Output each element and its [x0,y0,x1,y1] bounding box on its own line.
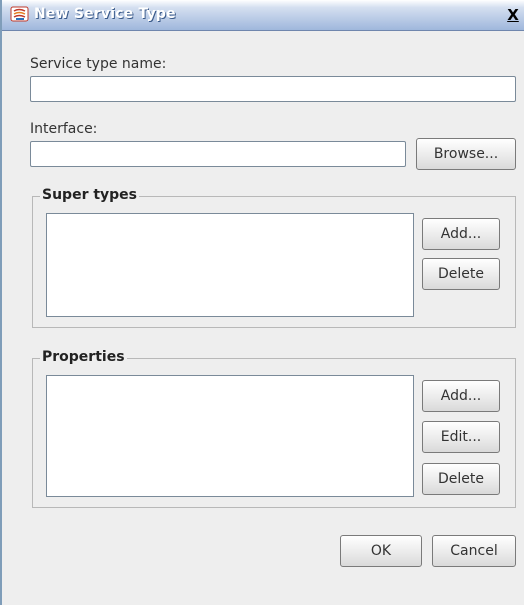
browse-button[interactable]: Browse... [416,138,516,170]
properties-title: Properties [40,349,127,365]
properties-list[interactable] [46,375,414,497]
service-type-name-label: Service type name: [30,56,167,72]
super-types-delete-button[interactable]: Delete [422,258,500,290]
super-types-add-button[interactable]: Add... [422,218,500,250]
properties-add-button[interactable]: Add... [422,380,500,412]
window-title: New Service Type [34,6,176,22]
new-service-type-dialog: New Service Type X Service type name: In… [0,0,524,605]
interface-label: Interface: [30,121,98,137]
java-app-icon [10,6,29,22]
super-types-list[interactable] [46,213,414,317]
super-types-title: Super types [40,187,140,203]
close-button[interactable]: X [506,8,520,23]
title-bar[interactable]: New Service Type X [2,0,524,31]
properties-delete-button[interactable]: Delete [422,463,500,495]
interface-field[interactable] [30,141,406,167]
ok-button[interactable]: OK [340,535,422,567]
cancel-button[interactable]: Cancel [432,535,516,567]
properties-edit-button[interactable]: Edit... [422,421,500,453]
service-type-name-field[interactable] [30,76,516,102]
